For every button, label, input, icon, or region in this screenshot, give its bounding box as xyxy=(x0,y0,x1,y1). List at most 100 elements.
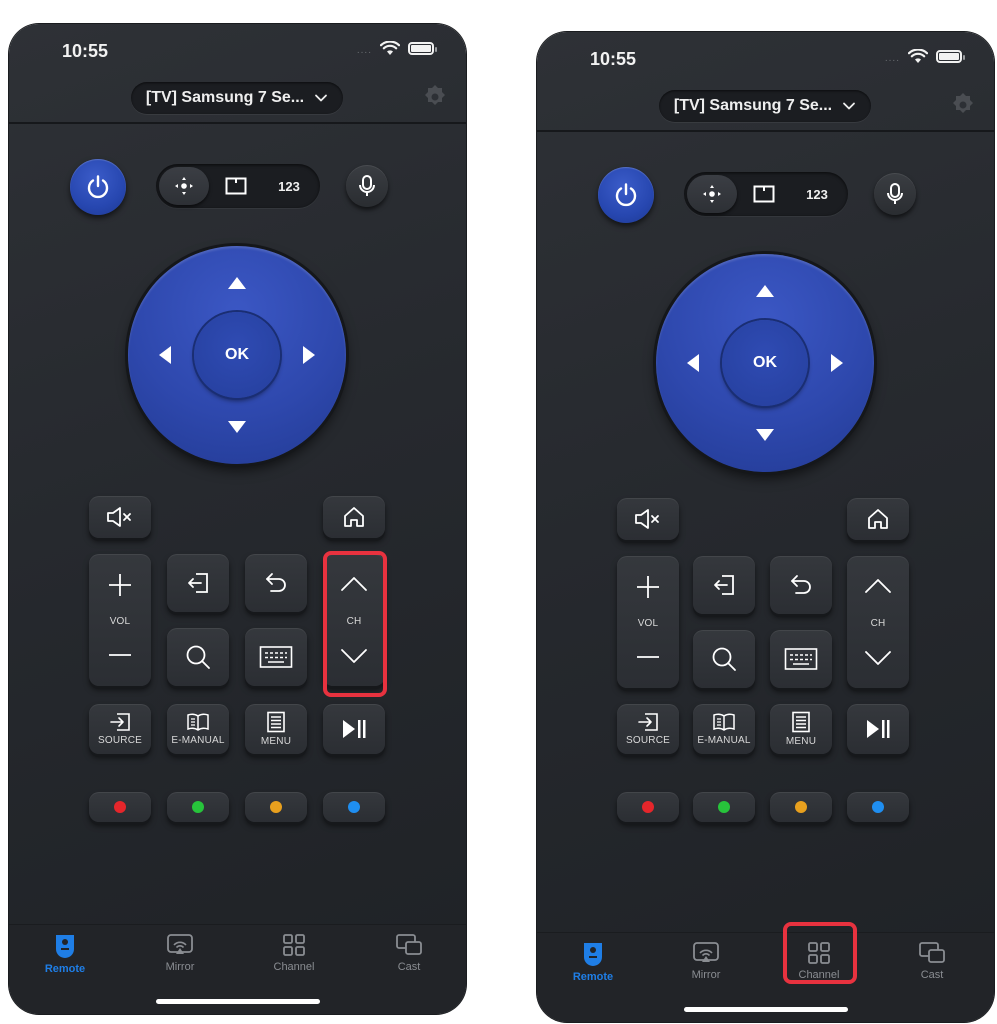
channel-rocker: CH xyxy=(323,554,385,686)
mirror-icon xyxy=(693,942,719,962)
channel-up-button[interactable] xyxy=(339,574,369,594)
voice-button[interactable] xyxy=(346,165,388,207)
keyboard-button[interactable] xyxy=(770,630,832,688)
ok-button[interactable]: OK xyxy=(722,320,808,406)
dpad-right-button[interactable] xyxy=(303,346,315,364)
home-button[interactable] xyxy=(847,498,909,540)
channel-down-button[interactable] xyxy=(863,648,893,668)
tab-bar: Remote Mirror Channel Cast xyxy=(537,932,994,1022)
menu-button[interactable]: MENU xyxy=(770,704,832,754)
dpad-left-button[interactable] xyxy=(687,354,699,372)
dpad-up-button[interactable] xyxy=(756,285,774,297)
channel-rocker: CH xyxy=(847,556,909,688)
home-indicator[interactable] xyxy=(684,1007,848,1012)
tab-cast[interactable]: Cast xyxy=(887,941,977,991)
ok-button[interactable]: OK xyxy=(194,312,280,398)
tab-mirror[interactable]: Mirror xyxy=(135,933,225,983)
yellow-key[interactable] xyxy=(245,792,307,822)
volume-up-button[interactable] xyxy=(107,572,133,598)
dpad-down-button[interactable] xyxy=(228,421,246,433)
e-manual-button[interactable]: E-MANUAL xyxy=(167,704,229,754)
settings-button[interactable] xyxy=(420,82,450,112)
menu-button[interactable]: MENU xyxy=(245,704,307,754)
tab-cast[interactable]: Cast xyxy=(364,933,454,983)
device-name: [TV] Samsung 7 Se... xyxy=(145,89,305,106)
mute-button[interactable] xyxy=(617,498,679,540)
power-button[interactable] xyxy=(598,167,654,223)
mode-switch: 123 xyxy=(684,172,848,216)
back-button[interactable] xyxy=(245,554,307,612)
tab-label: Channel xyxy=(273,961,315,973)
tab-label: Remote xyxy=(44,963,86,975)
volume-up-button[interactable] xyxy=(635,574,661,600)
volume-down-button[interactable] xyxy=(107,642,133,668)
source-button[interactable]: SOURCE xyxy=(89,704,151,754)
volume-label: VOL xyxy=(109,615,131,627)
play-pause-button[interactable] xyxy=(323,704,385,754)
device-selector[interactable]: [TV] Samsung 7 Se... xyxy=(131,82,343,114)
tab-remote[interactable]: Remote xyxy=(20,933,110,983)
tab-bar: Remote Mirror Channel Cast xyxy=(9,924,466,1014)
numpad-mode-button[interactable]: 123 xyxy=(792,175,842,213)
red-key[interactable] xyxy=(89,792,151,822)
mute-button[interactable] xyxy=(89,496,151,538)
voice-button[interactable] xyxy=(874,173,916,215)
menu-icon xyxy=(267,711,285,733)
dpad-down-button[interactable] xyxy=(756,429,774,441)
home-button[interactable] xyxy=(323,496,385,538)
status-icons: .... xyxy=(357,41,437,56)
tab-remote[interactable]: Remote xyxy=(548,941,638,991)
dpad-mode-button[interactable] xyxy=(159,167,209,205)
source-icon xyxy=(638,713,658,731)
device-selector[interactable]: [TV] Samsung 7 Se... xyxy=(659,90,871,122)
channel-down-button[interactable] xyxy=(339,646,369,666)
dpad-left-button[interactable] xyxy=(159,346,171,364)
tab-channel[interactable]: Channel xyxy=(249,933,339,983)
red-dot xyxy=(114,801,126,813)
status-icons: .... xyxy=(885,49,965,64)
keyboard-button[interactable] xyxy=(245,628,307,686)
tab-label: Cast xyxy=(397,961,421,973)
touchpad-mode-button[interactable] xyxy=(744,175,784,213)
yellow-key[interactable] xyxy=(770,792,832,822)
touchpad-mode-button[interactable] xyxy=(216,167,256,205)
red-key[interactable] xyxy=(617,792,679,822)
power-icon xyxy=(87,175,109,199)
dpad-mode-button[interactable] xyxy=(687,175,737,213)
green-key[interactable] xyxy=(693,792,755,822)
dpad-right-button[interactable] xyxy=(831,354,843,372)
source-button[interactable]: SOURCE xyxy=(617,704,679,754)
numpad-mode-button[interactable]: 123 xyxy=(264,167,314,205)
settings-button[interactable] xyxy=(948,90,978,120)
exit-button[interactable] xyxy=(167,554,229,612)
back-button[interactable] xyxy=(770,556,832,614)
microphone-icon xyxy=(359,175,375,196)
play-pause-button[interactable] xyxy=(847,704,909,754)
exit-button[interactable] xyxy=(693,556,755,614)
green-key[interactable] xyxy=(167,792,229,822)
channel-up-button[interactable] xyxy=(863,576,893,596)
remote-icon xyxy=(56,935,74,958)
blue-key[interactable] xyxy=(323,792,385,822)
e-manual-button[interactable]: E-MANUAL xyxy=(693,704,755,754)
gear-icon xyxy=(425,85,445,105)
menu-label: MENU xyxy=(260,736,292,747)
tab-mirror[interactable]: Mirror xyxy=(661,941,751,991)
home-indicator[interactable] xyxy=(156,999,320,1004)
blue-key[interactable] xyxy=(847,792,909,822)
power-button[interactable] xyxy=(70,159,126,215)
search-button[interactable] xyxy=(167,628,229,686)
battery-icon xyxy=(936,50,965,63)
tab-channel[interactable]: Channel xyxy=(774,941,864,991)
back-icon xyxy=(266,573,286,592)
source-label: SOURCE xyxy=(98,735,142,746)
search-button[interactable] xyxy=(693,630,755,688)
volume-down-button[interactable] xyxy=(635,644,661,670)
green-dot xyxy=(192,801,204,813)
source-icon xyxy=(110,713,130,731)
chevron-down-icon xyxy=(843,102,856,110)
yellow-dot xyxy=(270,801,282,813)
e-manual-label: E-MANUAL xyxy=(697,735,751,746)
dpad-up-button[interactable] xyxy=(228,277,246,289)
play-pause-icon xyxy=(867,720,890,738)
